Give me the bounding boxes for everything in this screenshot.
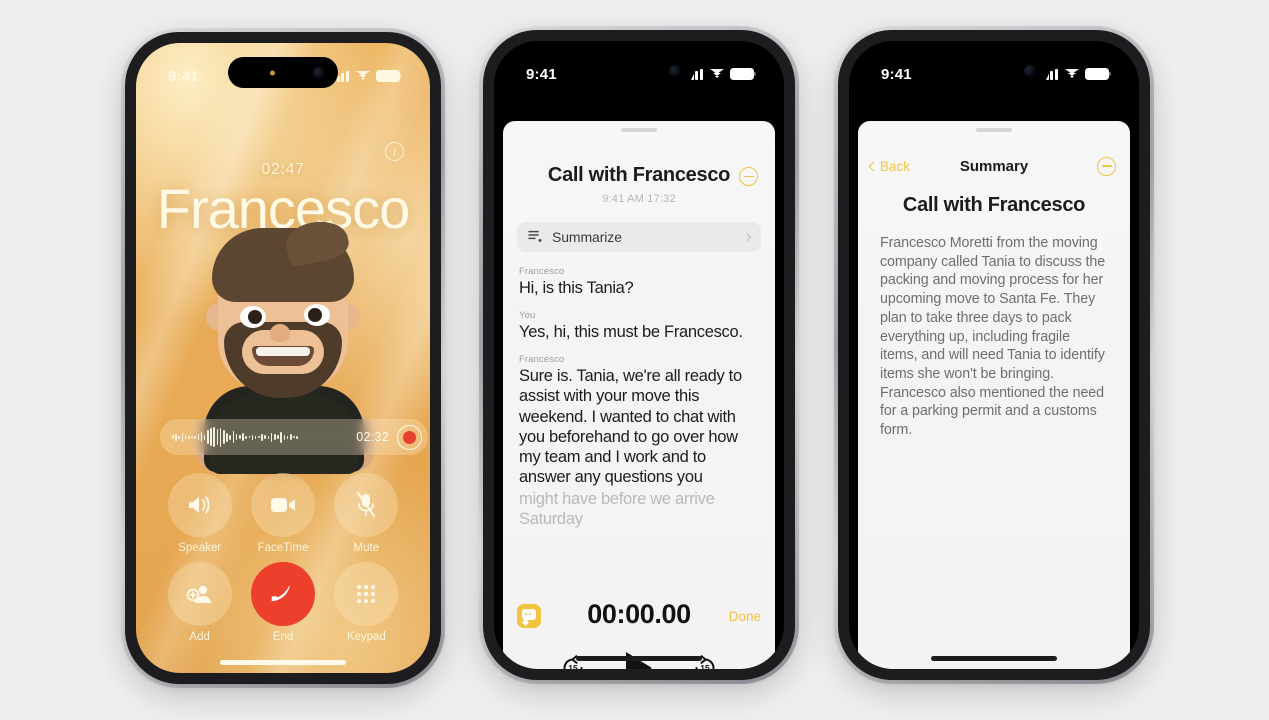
transcript-card: Call with Francesco 9:41 AM 17:32 Summar… <box>503 121 775 669</box>
front-camera-icon <box>313 66 325 79</box>
transcript-sheet: 9:41 Call with Francesco 9:41 AM 17:32 S… <box>494 41 784 669</box>
page-title: Call with Francesco <box>902 194 1086 216</box>
dynamic-island <box>939 55 1049 86</box>
call-ui: 9:41 i 02:47 Francesco 02:32 Speaker Fac… <box>136 43 430 673</box>
wifi-icon <box>355 70 370 82</box>
add-call-button[interactable]: Add <box>158 562 241 643</box>
facetime-button[interactable]: FaceTime <box>241 473 324 554</box>
phone1-screen: 9:41 i 02:47 Francesco 02:32 Speaker Fac… <box>136 43 430 673</box>
nav-title: Summary <box>959 157 1029 175</box>
end-call-icon <box>271 586 291 602</box>
phone2-screen: 9:41 Call with Francesco 9:41 AM 17:32 S… <box>494 41 784 669</box>
transcript-item: Francesco Hi, is this Tania? <box>519 266 759 298</box>
transcript-text: Sure is. Tania, we're all ready to assis… <box>519 367 742 486</box>
transcript-message-icon[interactable] <box>517 604 541 628</box>
add-label: Add <box>189 631 210 643</box>
battery-icon <box>730 68 756 80</box>
sheet-grabber[interactable] <box>976 128 1012 132</box>
audio-waveform <box>172 426 348 448</box>
chevron-right-icon <box>742 232 752 242</box>
transcript-speaker: You <box>519 310 536 322</box>
status-icons <box>332 70 402 82</box>
transcript-item: You Yes, hi, this must be Francesco. <box>519 310 759 342</box>
transcript-speaker: Francesco <box>519 354 565 366</box>
end-call-button[interactable]: End <box>241 562 324 643</box>
battery-icon <box>376 70 402 82</box>
phone3-screen: 9:41 Back Summary Call with Francesco Fr… <box>849 41 1139 669</box>
chevron-left-icon <box>868 161 879 171</box>
recording-time: 02:32 <box>356 430 389 444</box>
phone-summary-screen: 9:41 Back Summary Call with Francesco Fr… <box>834 26 1154 684</box>
back-button[interactable]: Back <box>868 158 911 174</box>
summary-text: Francesco Moretti from the moving compan… <box>880 235 1106 439</box>
status-icons <box>686 68 756 80</box>
dynamic-island <box>228 57 338 88</box>
stop-recording-button[interactable] <box>397 424 422 450</box>
done-button[interactable]: Done <box>729 609 761 624</box>
sheet-grabber[interactable] <box>621 128 657 132</box>
page-title: Call with Francesco <box>547 164 731 186</box>
home-indicator <box>220 660 346 665</box>
status-icons <box>1041 68 1111 80</box>
summarize-icon <box>528 230 542 242</box>
summary-card: Back Summary Call with Francesco Frances… <box>858 121 1130 669</box>
status-time: 9:41 <box>881 65 912 83</box>
status-dot-icon <box>270 70 275 75</box>
home-indicator <box>576 656 702 661</box>
front-camera-icon <box>669 64 681 77</box>
keypad-label: Keypad <box>346 631 386 643</box>
wifi-icon <box>709 68 724 80</box>
call-recording-bar[interactable]: 02:32 <box>160 419 428 455</box>
status-time: 9:41 <box>526 65 557 83</box>
transcript-text: Hi, is this Tania? <box>519 279 634 297</box>
mute-button[interactable]: Mute <box>325 473 408 554</box>
wifi-icon <box>1064 68 1079 80</box>
back-label: Back <box>880 158 911 174</box>
end-label: End <box>272 631 294 643</box>
facetime-label: FaceTime <box>257 542 309 554</box>
keypad-icon <box>357 584 376 604</box>
video-camera-icon <box>270 498 295 512</box>
home-indicator <box>931 656 1057 661</box>
call-info-icon[interactable]: i <box>385 142 404 161</box>
navigation-bar: Back Summary <box>858 149 1130 183</box>
keypad-button[interactable]: Keypad <box>325 562 408 643</box>
transcript-item: Francesco Sure is. Tania, we're all read… <box>519 354 759 529</box>
mute-label: Mute <box>353 542 380 554</box>
summarize-label: Summarize <box>552 229 622 245</box>
transcript-text: Yes, hi, this must be Francesco. <box>519 323 743 342</box>
phone-transcript-screen: 9:41 Call with Francesco 9:41 AM 17:32 S… <box>479 26 799 684</box>
summary-sheet: 9:41 Back Summary Call with Francesco Fr… <box>849 41 1139 669</box>
phone-call-screen: 9:41 i 02:47 Francesco 02:32 Speaker Fac… <box>121 28 445 688</box>
call-controls: Speaker FaceTime Mute Add End Keypad <box>136 473 430 643</box>
status-time: 9:41 <box>168 67 199 85</box>
dynamic-island <box>584 55 694 86</box>
transcript-list: Francesco Hi, is this Tania? You Yes, hi… <box>503 252 775 529</box>
summarize-button[interactable]: Summarize <box>517 222 761 252</box>
call-timestamp: 9:41 AM 17:32 <box>602 193 676 205</box>
transcript-speaker: Francesco <box>519 266 565 277</box>
battery-icon <box>1085 68 1111 80</box>
call-recording-badge-icon[interactable] <box>1097 156 1116 176</box>
speaker-button[interactable]: Speaker <box>158 473 241 554</box>
scene: 9:41 i 02:47 Francesco 02:32 Speaker Fac… <box>0 0 1269 720</box>
microphone-muted-icon <box>357 492 376 517</box>
transcript-text-faded: might have before we arrive Saturday <box>519 490 715 529</box>
add-person-icon <box>186 585 211 603</box>
bottom-bar: Done <box>503 599 775 633</box>
call-recording-badge-icon[interactable] <box>739 167 758 186</box>
speaker-label: Speaker <box>178 542 222 554</box>
speaker-icon <box>188 496 210 514</box>
front-camera-icon <box>1024 64 1036 77</box>
